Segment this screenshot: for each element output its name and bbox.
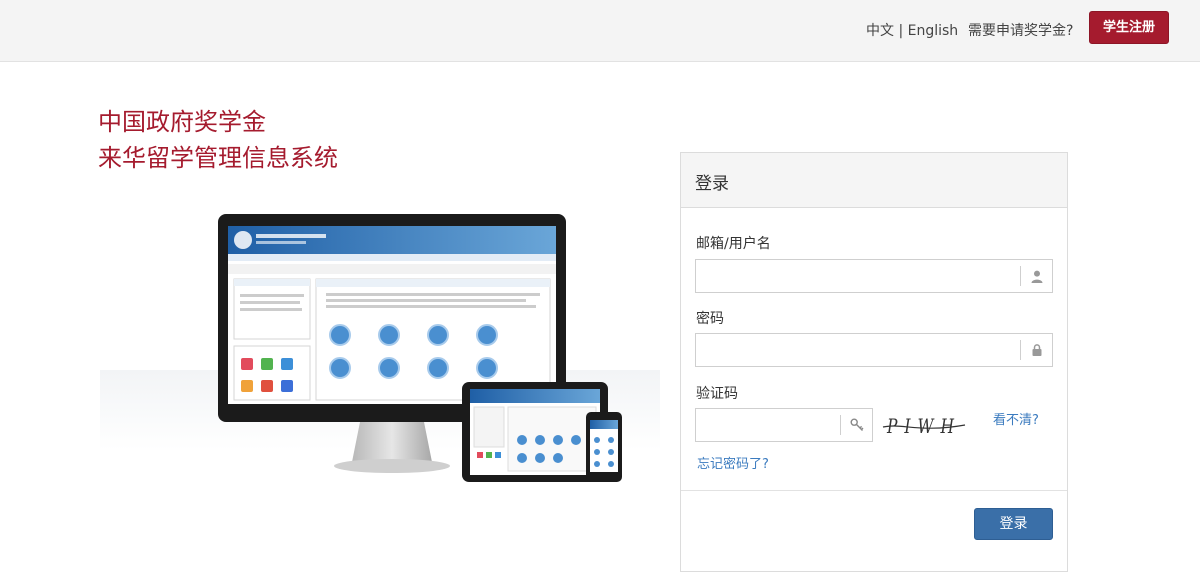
password-field-wrapper (695, 333, 1053, 367)
login-submit-button[interactable]: 登录 (974, 508, 1053, 540)
lang-en-link[interactable]: English (908, 23, 959, 39)
apply-scholarship-link[interactable]: 需要申请奖学金? (968, 20, 1073, 40)
user-icon (1020, 266, 1052, 286)
devices-illustration (100, 214, 660, 482)
captcha-image[interactable]: PIWH (881, 411, 967, 441)
language-switcher: 中文 | English (866, 20, 958, 40)
password-label: 密码 (696, 311, 724, 327)
title-line-1: 中国政府奖学金 (98, 108, 266, 136)
student-register-button[interactable]: 学生注册 (1089, 11, 1169, 44)
captcha-label: 验证码 (696, 386, 738, 402)
login-panel-title: 登录 (681, 153, 1067, 208)
email-label: 邮箱/用户名 (696, 236, 771, 252)
email-field-wrapper (695, 259, 1053, 293)
refresh-captcha-link[interactable]: 看不清? (993, 409, 1039, 428)
lang-separator: | (894, 23, 908, 39)
top-bar: 中文 | English 需要申请奖学金? 学生注册 (0, 0, 1200, 62)
phone-graphic (586, 412, 622, 482)
login-panel: 登录 邮箱/用户名 密码 验证码 PIWH 看不清? 忘记密码了? 登录 (680, 152, 1068, 572)
email-input[interactable] (696, 260, 1020, 292)
panel-divider (681, 490, 1067, 491)
key-icon (840, 415, 872, 435)
title-line-2: 来华留学管理信息系统 (98, 144, 338, 172)
forgot-password-link[interactable]: 忘记密码了? (697, 453, 769, 472)
page-title: 中国政府奖学金 来华留学管理信息系统 (98, 104, 338, 176)
lang-zh-link[interactable]: 中文 (866, 23, 894, 39)
captcha-field-wrapper (695, 408, 873, 442)
password-input[interactable] (696, 334, 1020, 366)
lock-icon (1020, 340, 1052, 360)
captcha-input[interactable] (696, 409, 842, 441)
